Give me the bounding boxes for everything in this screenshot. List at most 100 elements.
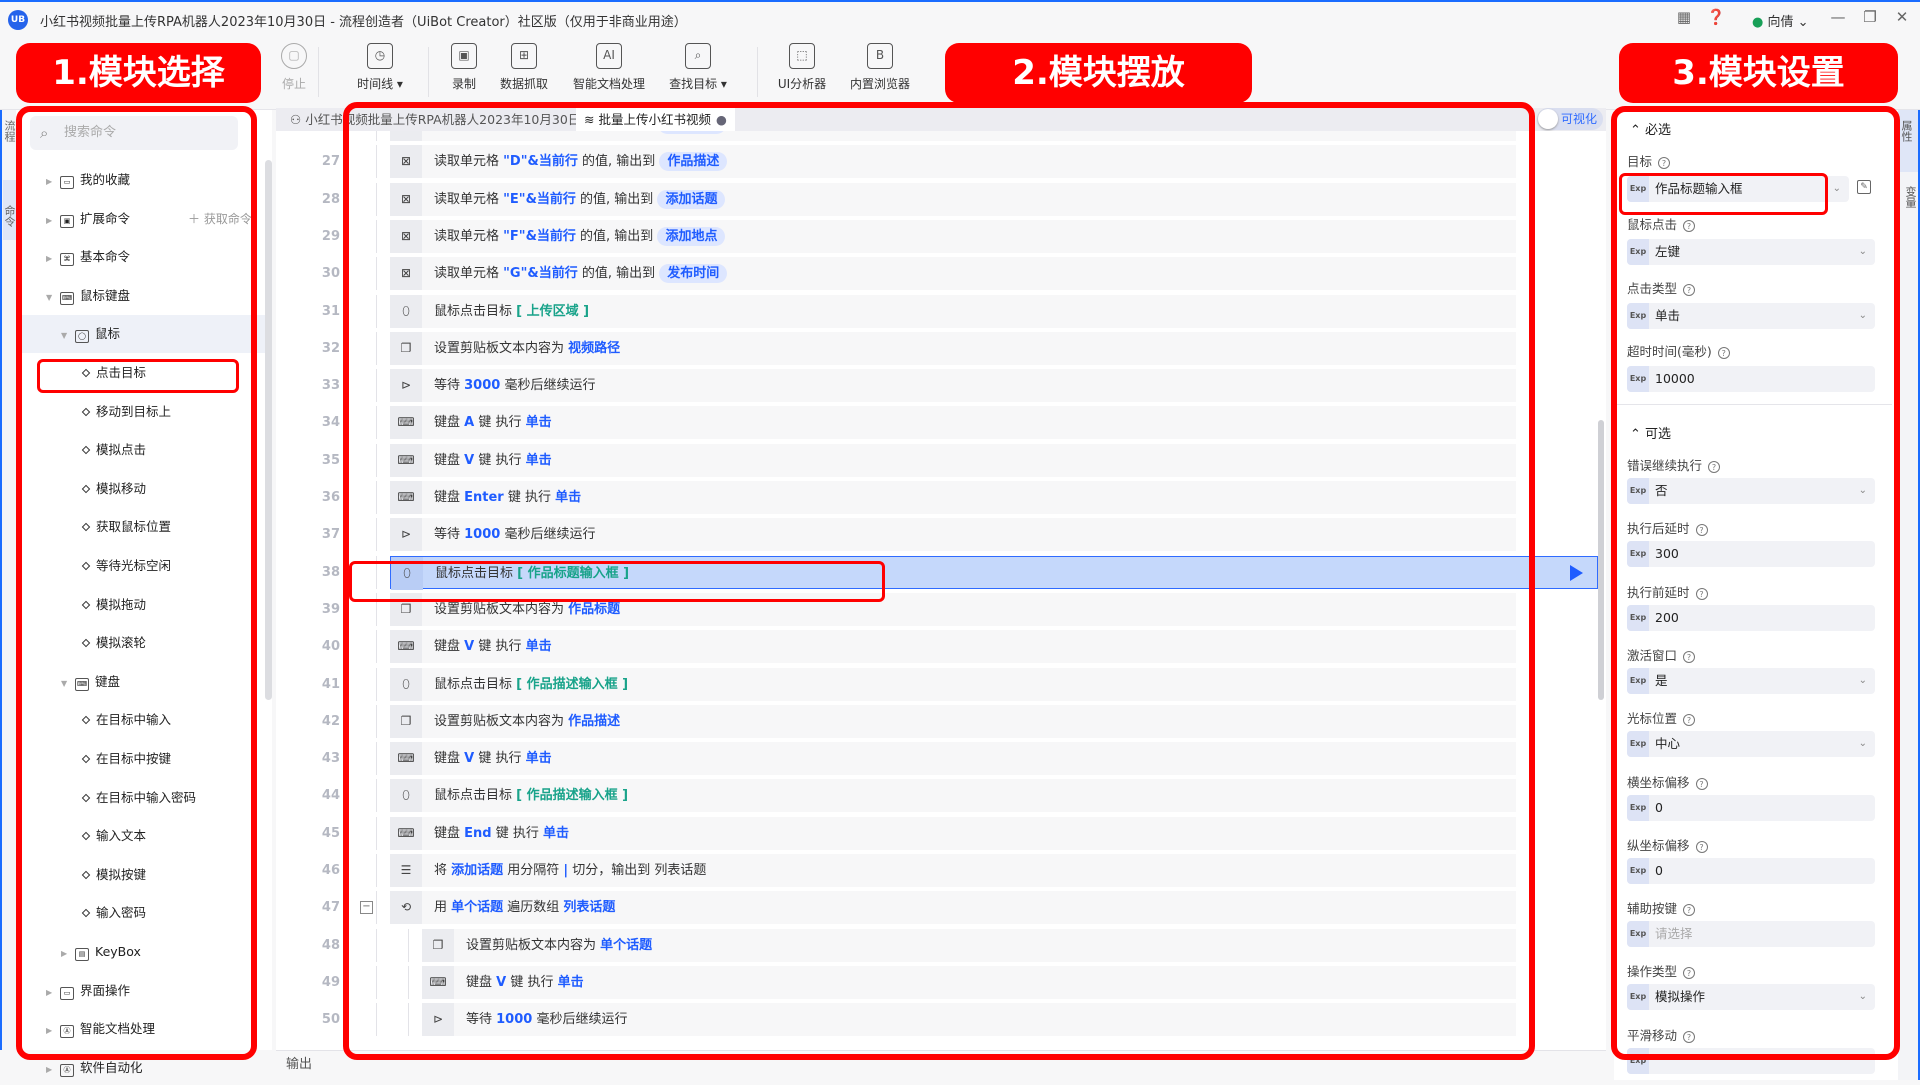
flow-row[interactable]: 49 ⌨ 键盘 V 键 执行 单击 [322, 965, 1516, 999]
help-icon[interactable]: ? [1683, 1030, 1696, 1043]
flow-row[interactable]: 41 ⬯ 鼠标点击目标 [ 作品描述输入框 ] [322, 667, 1516, 701]
flow-row[interactable]: 36 ⌨ 键盘 Enter 键 执行 单击 [322, 481, 1516, 514]
help-icon[interactable]: ? [1683, 283, 1696, 296]
flow-row[interactable]: 26⊠读取单元格 "C"&当前行 的值, 输出到 作品标题 [322, 131, 1516, 141]
user-menu[interactable]: ● 向倩 ⌄ [1752, 11, 1809, 30]
flow-row[interactable]: 40 ⌨ 键盘 V 键 执行 单击 [322, 630, 1516, 664]
tree-category[interactable]: ▼ ⌨ 鼠标键盘 [46, 281, 130, 311]
optional-section-header[interactable]: ⌃ 可选 [1630, 423, 1671, 442]
input-field[interactable]: Exp 0 [1627, 794, 1875, 821]
help-icon[interactable]: ? [1695, 524, 1708, 537]
output-panel-tab[interactable]: 输出 [276, 1050, 1606, 1080]
flow-row[interactable]: 38 ⬯ 鼠标点击目标 [ 作品标题输入框 ] [322, 555, 1598, 590]
expression-toggle[interactable]: Exp [1627, 794, 1649, 821]
flow-row[interactable]: 42 ❐ 设置剪贴板文本内容为 作品描述 [322, 704, 1516, 738]
help-icon[interactable]: ? [1717, 346, 1730, 359]
command-item[interactable]: 输入文本 [81, 821, 146, 851]
expression-toggle[interactable]: Exp [1627, 667, 1649, 694]
expression-toggle[interactable]: Exp [1627, 541, 1649, 568]
input-field[interactable]: Exp 300 [1627, 541, 1875, 568]
visualize-toggle[interactable]: 可视化 [1537, 108, 1603, 130]
close-button[interactable]: ✕ [1890, 8, 1914, 26]
toolbar-button[interactable]: B 内置浏览器 [840, 43, 920, 92]
select-field[interactable]: Exp 左键 ⌄ [1627, 239, 1875, 266]
chevron-down-icon[interactable]: ⌄ [1833, 176, 1841, 202]
chevron-down-icon[interactable]: ⌄ [1859, 668, 1867, 694]
tab-variables[interactable]: 变量 [1902, 186, 1918, 208]
command-item[interactable]: 模拟按键 [81, 860, 146, 890]
flow-row[interactable]: 35 ⌨ 键盘 V 键 执行 单击 [322, 443, 1516, 477]
flow-row[interactable]: 29 ⊠ 读取单元格 "F"&当前行 的值, 输出到 添加地点 [322, 219, 1516, 253]
chevron-down-icon[interactable]: ⌄ [1859, 731, 1867, 757]
command-item[interactable]: 模拟点击 [81, 435, 146, 465]
command-item[interactable]: 在目标中输入密码 [81, 783, 196, 813]
toolbar-button[interactable]: ⬚ UI分析器 [762, 43, 842, 92]
minimize-button[interactable]: — [1826, 8, 1850, 26]
maximize-button[interactable]: ❐ [1858, 8, 1882, 26]
chevron-down-icon[interactable]: ⌄ [1859, 239, 1867, 265]
help-icon[interactable]: ❓ [1704, 8, 1728, 26]
select-field[interactable]: Exp 是 ⌄ [1627, 667, 1875, 694]
help-icon[interactable]: ? [1683, 967, 1696, 980]
help-icon[interactable]: ? [1695, 587, 1708, 600]
expression-toggle[interactable]: Exp [1627, 176, 1649, 202]
tree-category[interactable]: ▶ ⌘ 基本命令 [46, 242, 130, 272]
tab-main-flow[interactable]: ⚇ 小红书视频批量上传RPA机器人2023年10月30日 [282, 108, 588, 131]
chevron-down-icon[interactable]: ⌄ [1859, 984, 1867, 1010]
tree-category[interactable]: ▶ ▣ 扩展命令 [46, 204, 130, 234]
expression-toggle[interactable]: Exp [1627, 984, 1649, 1011]
input-field[interactable]: Exp 请选择 [1627, 921, 1875, 948]
flow-row[interactable]: 28 ⊠ 读取单元格 "E"&当前行 的值, 输出到 添加话题 [322, 182, 1516, 216]
expression-toggle[interactable]: Exp [1627, 857, 1649, 884]
tree-category[interactable]: ▶ ▤ KeyBox [61, 937, 141, 967]
flow-row[interactable]: 27 ⊠ 读取单元格 "D"&当前行 的值, 输出到 作品描述 [322, 145, 1516, 179]
select-field[interactable]: Exp 单击 ⌄ [1627, 302, 1875, 329]
tree-category[interactable]: ▼ ◯ 鼠标 [61, 319, 120, 349]
expression-toggle[interactable]: Exp [1627, 1047, 1649, 1074]
tab-properties[interactable]: 属性 [1898, 110, 1918, 172]
expression-toggle[interactable]: Exp [1627, 921, 1649, 948]
input-field[interactable]: Exp [1627, 1047, 1875, 1074]
tree-category[interactable]: ▶ ▭ 界面操作 [46, 976, 130, 1006]
expression-toggle[interactable]: Exp [1627, 239, 1649, 266]
toolbar-button[interactable]: ▢ 停止 [254, 43, 334, 92]
help-icon[interactable]: ? [1683, 220, 1696, 233]
apps-icon[interactable]: ▦ [1672, 8, 1696, 26]
help-icon[interactable]: ? [1695, 777, 1708, 790]
search-input[interactable]: ⌕ 搜索命令 [30, 116, 238, 150]
command-item[interactable]: 等待光标空闲 [81, 551, 171, 581]
flow-row[interactable]: 47 − ⟲ 用 单个话题 遍历数组 列表话题 [322, 891, 1516, 925]
select-field[interactable]: Exp 中心 ⌄ [1627, 731, 1875, 758]
expression-toggle[interactable]: Exp [1627, 478, 1649, 504]
flow-row[interactable]: 45 ⌨ 键盘 End 键 执行 单击 [322, 816, 1516, 850]
tab-subflow[interactable]: ≋ 批量上传小红书视频 ● [576, 108, 735, 131]
input-field[interactable]: Exp 10000 [1627, 365, 1875, 392]
toolbar-button[interactable]: AI 智能文档处理 [569, 43, 649, 92]
command-item[interactable]: 获取鼠标位置 [81, 512, 171, 542]
run-row-icon[interactable] [1570, 564, 1583, 581]
flow-row[interactable]: 46 ☰ 将 添加话题 用分隔符 | 切分，输出到 列表话题 [322, 854, 1516, 887]
expression-toggle[interactable]: Exp [1627, 365, 1649, 392]
toolbar-button[interactable]: ⌕ 查找目标 ▾ [658, 43, 738, 92]
tab-flow[interactable]: 流程 [3, 120, 17, 142]
tree-category[interactable]: ▶ Ⓐ 软件自动化 [46, 1053, 143, 1083]
scrollbar[interactable] [1598, 420, 1604, 700]
flow-row[interactable]: 50 ⊳ 等待 1000 毫秒后继续运行 [322, 1003, 1516, 1037]
command-item[interactable]: 模拟滚轮 [81, 628, 146, 658]
flow-row[interactable]: 37 ⊳ 等待 1000 毫秒后继续运行 [322, 518, 1516, 552]
chevron-down-icon[interactable]: ⌄ [1859, 478, 1867, 504]
flow-row[interactable]: 33 ⊳ 等待 3000 毫秒后继续运行 [322, 369, 1516, 403]
select-field[interactable]: Exp 模拟操作 ⌄ [1627, 984, 1875, 1011]
get-commands-button[interactable]: ＋ 获取命令 [188, 209, 254, 229]
tree-category[interactable]: ▶ Ⓐ 智能文档处理 [46, 1014, 155, 1044]
tree-category[interactable]: ▶ ▭ 我的收藏 [46, 165, 130, 195]
expression-toggle[interactable]: Exp [1627, 302, 1649, 329]
help-icon[interactable]: ? [1683, 714, 1696, 727]
help-icon[interactable]: ? [1658, 157, 1671, 169]
help-icon[interactable]: ? [1683, 650, 1696, 663]
expression-toggle[interactable]: Exp [1627, 731, 1649, 758]
command-item[interactable]: 模拟拖动 [81, 590, 146, 620]
flow-row[interactable]: 39 ❐ 设置剪贴板文本内容为 作品标题 [322, 592, 1516, 626]
flow-row[interactable]: 43 ⌨ 键盘 V 键 执行 单击 [322, 742, 1516, 776]
command-item[interactable]: 模拟移动 [81, 474, 146, 504]
